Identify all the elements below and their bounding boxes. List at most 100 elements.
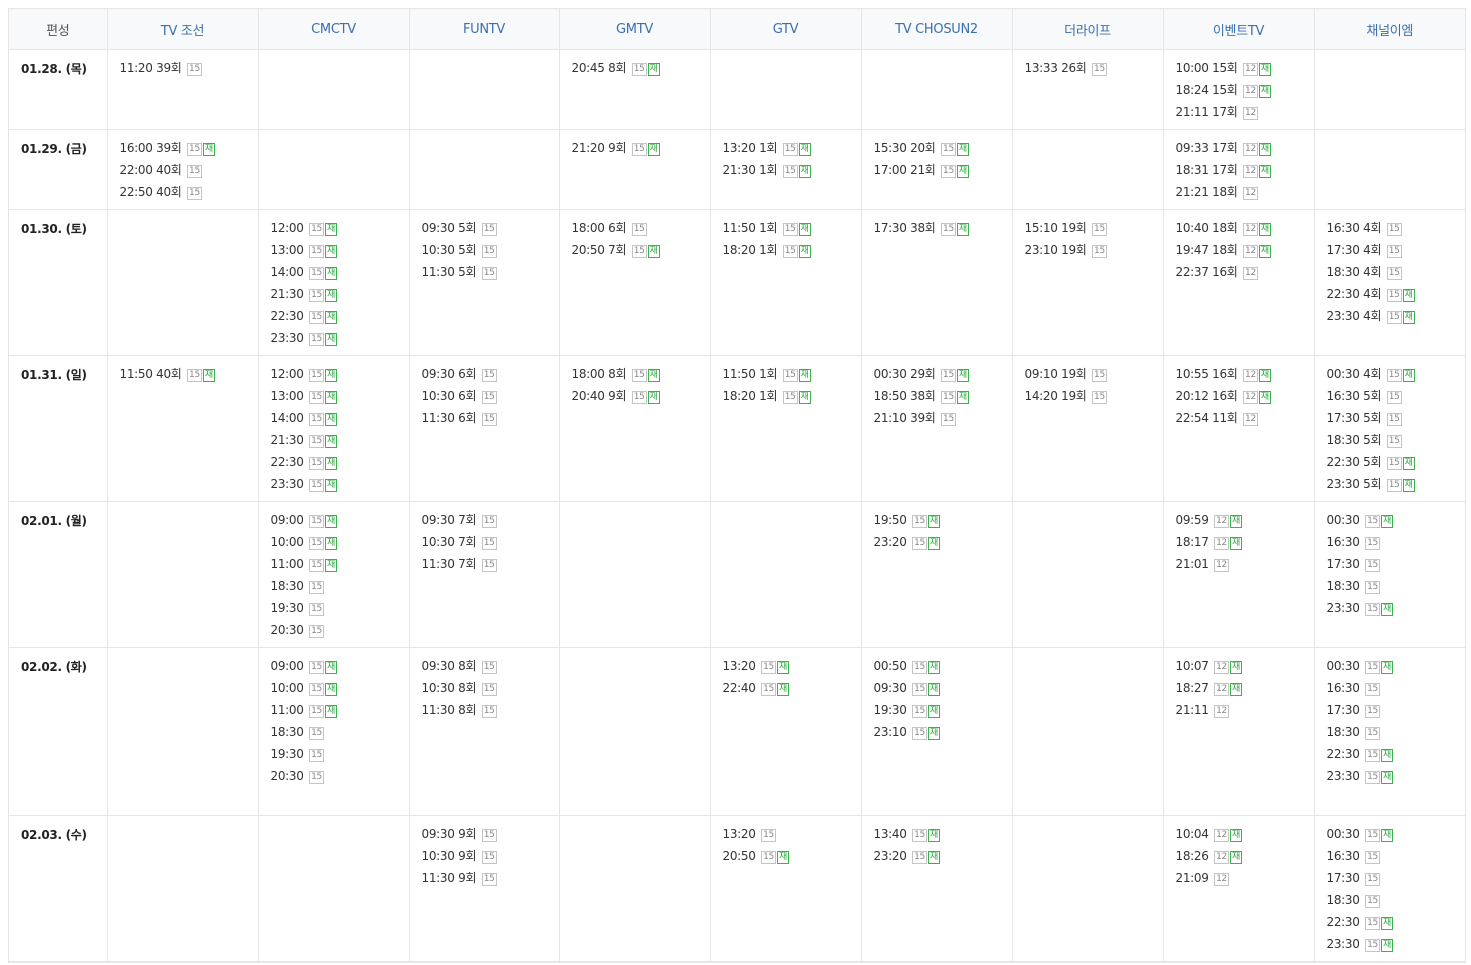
airing-slot[interactable]: 22:30 5회 15 재	[1327, 454, 1466, 476]
airing-slot[interactable]: 09:30 5회 15	[422, 220, 559, 242]
airing-slot[interactable]: 10:00 15 재	[271, 680, 409, 702]
airing-slot[interactable]: 22:30 15 재	[1327, 914, 1466, 936]
airing-slot[interactable]: 21:11 17회 12	[1176, 104, 1314, 126]
airing-slot[interactable]: 23:30 15 재	[271, 330, 409, 352]
airing-slot[interactable]: 18:17 12 재	[1176, 534, 1314, 556]
col-header-channel[interactable]: 채널이엠	[1314, 9, 1465, 50]
airing-slot[interactable]: 13:20 15 재	[723, 658, 861, 680]
airing-slot[interactable]: 13:40 15 재	[874, 826, 1012, 848]
airing-slot[interactable]: 18:00 6회 15	[572, 220, 710, 242]
airing-slot[interactable]: 22:00 40회 15	[120, 162, 258, 184]
col-header-channel[interactable]: CMCTV	[258, 9, 410, 50]
airing-slot[interactable]: 22:30 15 재	[271, 454, 409, 476]
airing-slot[interactable]: 23:30 15 재	[1327, 768, 1466, 790]
airing-slot[interactable]: 11:30 8회 15	[422, 702, 559, 724]
airing-slot[interactable]: 18:30 4회 15	[1327, 264, 1466, 286]
airing-slot[interactable]: 18:30 15	[271, 724, 409, 746]
airing-slot[interactable]: 14:20 19회 15	[1025, 388, 1163, 410]
airing-slot[interactable]: 23:20 15 재	[874, 534, 1012, 556]
airing-slot[interactable]: 15:30 20회 15 재	[874, 140, 1012, 162]
airing-slot[interactable]: 21:11 12	[1176, 702, 1314, 724]
airing-slot[interactable]: 09:30 8회 15	[422, 658, 559, 680]
airing-slot[interactable]: 20:50 7회 15 재	[572, 242, 710, 264]
airing-slot[interactable]: 10:07 12 재	[1176, 658, 1314, 680]
airing-slot[interactable]: 10:30 9회 15	[422, 848, 559, 870]
airing-slot[interactable]: 10:30 7회 15	[422, 534, 559, 556]
airing-slot[interactable]: 13:20 15	[723, 826, 861, 848]
col-header-channel[interactable]: TV 조선	[107, 9, 259, 50]
airing-slot[interactable]: 20:30 15	[271, 768, 409, 790]
airing-slot[interactable]: 21:30 15 재	[271, 286, 409, 308]
airing-slot[interactable]: 13:20 1회 15 재	[723, 140, 861, 162]
airing-slot[interactable]: 16:00 39회 15 재	[120, 140, 258, 162]
airing-slot[interactable]: 18:00 8회 15 재	[572, 366, 710, 388]
airing-slot[interactable]: 00:30 15 재	[1327, 658, 1466, 680]
airing-slot[interactable]: 09:30 6회 15	[422, 366, 559, 388]
airing-slot[interactable]: 17:30 15	[1327, 870, 1466, 892]
airing-slot[interactable]: 18:50 38회 15 재	[874, 388, 1012, 410]
airing-slot[interactable]: 13:00 15 재	[271, 388, 409, 410]
airing-slot[interactable]: 09:00 15 재	[271, 658, 409, 680]
airing-slot[interactable]: 00:30 15 재	[1327, 512, 1466, 534]
airing-slot[interactable]: 18:27 12 재	[1176, 680, 1314, 702]
airing-slot[interactable]: 21:20 9회 15 재	[572, 140, 710, 162]
airing-slot[interactable]: 18:31 17회 12 재	[1176, 162, 1314, 184]
airing-slot[interactable]: 11:50 40회 15 재	[120, 366, 258, 388]
airing-slot[interactable]: 10:30 6회 15	[422, 388, 559, 410]
airing-slot[interactable]: 23:10 19회 15	[1025, 242, 1163, 264]
airing-slot[interactable]: 20:40 9회 15 재	[572, 388, 710, 410]
airing-slot[interactable]: 19:50 15 재	[874, 512, 1012, 534]
airing-slot[interactable]: 12:00 15 재	[271, 366, 409, 388]
airing-slot[interactable]: 23:30 4회 15 재	[1327, 308, 1466, 330]
airing-slot[interactable]: 11:30 5회 15	[422, 264, 559, 286]
airing-slot[interactable]: 19:30 15	[271, 600, 409, 622]
airing-slot[interactable]: 22:30 4회 15 재	[1327, 286, 1466, 308]
airing-slot[interactable]: 00:50 15 재	[874, 658, 1012, 680]
airing-slot[interactable]: 17:30 15	[1327, 702, 1466, 724]
airing-slot[interactable]: 22:50 40회 15	[120, 184, 258, 206]
airing-slot[interactable]: 11:30 9회 15	[422, 870, 559, 892]
airing-slot[interactable]: 13:00 15 재	[271, 242, 409, 264]
airing-slot[interactable]: 14:00 15 재	[271, 410, 409, 432]
airing-slot[interactable]: 11:30 6회 15	[422, 410, 559, 432]
col-header-channel[interactable]: GTV	[710, 9, 862, 50]
airing-slot[interactable]: 19:30 15	[271, 746, 409, 768]
airing-slot[interactable]: 09:30 7회 15	[422, 512, 559, 534]
col-header-channel[interactable]: 이벤트TV	[1163, 9, 1315, 50]
airing-slot[interactable]: 10:00 15회 12 재	[1176, 60, 1314, 82]
airing-slot[interactable]: 12:00 15 재	[271, 220, 409, 242]
airing-slot[interactable]: 17:30 15	[1327, 556, 1466, 578]
airing-slot[interactable]: 11:30 7회 15	[422, 556, 559, 578]
airing-slot[interactable]: 21:30 15 재	[271, 432, 409, 454]
airing-slot[interactable]: 23:30 5회 15 재	[1327, 476, 1466, 498]
airing-slot[interactable]: 21:30 1회 15 재	[723, 162, 861, 184]
col-header-channel[interactable]: FUNTV	[409, 9, 560, 50]
airing-slot[interactable]: 17:30 38회 15 재	[874, 220, 1012, 242]
airing-slot[interactable]: 23:20 15 재	[874, 848, 1012, 870]
airing-slot[interactable]: 16:30 5회 15	[1327, 388, 1466, 410]
airing-slot[interactable]: 10:00 15 재	[271, 534, 409, 556]
airing-slot[interactable]: 13:33 26회 15	[1025, 60, 1163, 82]
airing-slot[interactable]: 20:30 15	[271, 622, 409, 644]
col-header-channel[interactable]: TV CHOSUN2	[861, 9, 1013, 50]
airing-slot[interactable]: 09:30 9회 15	[422, 826, 559, 848]
airing-slot[interactable]: 22:30 15 재	[1327, 746, 1466, 768]
airing-slot[interactable]: 20:45 8회 15 재	[572, 60, 710, 82]
airing-slot[interactable]: 00:30 29회 15 재	[874, 366, 1012, 388]
airing-slot[interactable]: 16:30 15	[1327, 534, 1466, 556]
airing-slot[interactable]: 21:09 12	[1176, 870, 1314, 892]
airing-slot[interactable]: 18:30 5회 15	[1327, 432, 1466, 454]
airing-slot[interactable]: 10:04 12 재	[1176, 826, 1314, 848]
airing-slot[interactable]: 23:30 15 재	[1327, 600, 1466, 622]
airing-slot[interactable]: 17:30 5회 15	[1327, 410, 1466, 432]
airing-slot[interactable]: 23:30 15 재	[1327, 936, 1466, 958]
airing-slot[interactable]: 22:30 15 재	[271, 308, 409, 330]
airing-slot[interactable]: 09:30 15 재	[874, 680, 1012, 702]
airing-slot[interactable]: 16:30 4회 15	[1327, 220, 1466, 242]
airing-slot[interactable]: 19:30 15 재	[874, 702, 1012, 724]
airing-slot[interactable]: 18:20 1회 15 재	[723, 242, 861, 264]
airing-slot[interactable]: 10:30 5회 15	[422, 242, 559, 264]
airing-slot[interactable]: 18:20 1회 15 재	[723, 388, 861, 410]
airing-slot[interactable]: 16:30 15	[1327, 848, 1466, 870]
airing-slot[interactable]: 22:37 16회 12	[1176, 264, 1314, 286]
